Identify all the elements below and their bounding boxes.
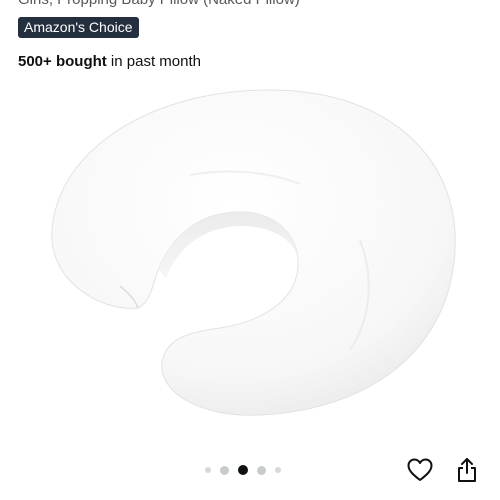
add-to-wishlist-button[interactable] bbox=[406, 456, 434, 484]
carousel-dot[interactable] bbox=[205, 467, 211, 473]
carousel-dot[interactable] bbox=[257, 465, 266, 475]
product-title: Girls, Propping Baby Pillow (Naked Pillo… bbox=[18, 0, 488, 10]
carousel-dot-active[interactable] bbox=[238, 465, 248, 475]
heart-outline-icon bbox=[407, 458, 433, 481]
bought-suffix: in past month bbox=[106, 53, 201, 70]
image-carousel-indicator bbox=[205, 464, 281, 476]
carousel-dot[interactable] bbox=[220, 465, 229, 475]
bought-count: 500+ bought bbox=[18, 53, 107, 70]
product-detail-page: Girls, Propping Baby Pillow (Naked Pillo… bbox=[0, 0, 500, 500]
badge-label: Amazon's Choice bbox=[24, 19, 133, 35]
share-button[interactable] bbox=[453, 456, 481, 484]
product-image-pillow[interactable] bbox=[30, 80, 470, 430]
carousel-dot[interactable] bbox=[275, 467, 281, 473]
bought-in-past-month: 500+ bought in past month bbox=[18, 52, 201, 72]
amazons-choice-badge[interactable]: Amazon's Choice bbox=[18, 17, 139, 38]
share-icon bbox=[458, 458, 476, 482]
